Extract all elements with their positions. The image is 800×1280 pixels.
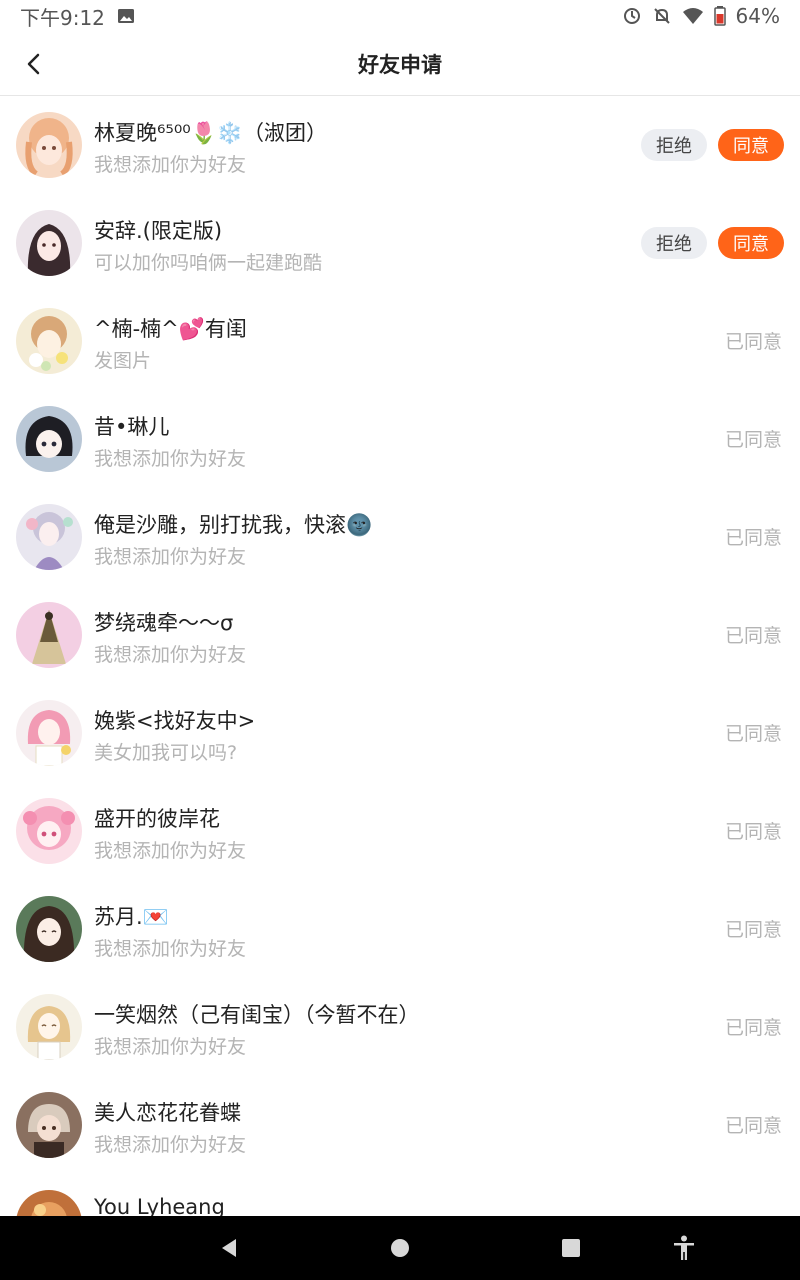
avatar[interactable] [16,210,82,276]
accepted-status: 已同意 [724,1115,782,1137]
accepted-status: 已同意 [724,625,782,647]
request-message: 美女加我可以吗? [94,742,238,764]
list-item[interactable]: ^楠-楠^💕有闺 发图片 已同意 [0,292,800,390]
app-header: 好友申请 [0,32,800,96]
image-notification-icon [117,8,135,24]
square-recents-icon [562,1239,580,1257]
back-arrow-icon [27,53,40,75]
requester-name: ^楠-楠^💕有闺 [94,317,247,341]
avatar[interactable] [16,896,82,962]
system-nav-bar [0,1216,800,1280]
avatar[interactable] [16,504,82,570]
request-message: 我想添加你为好友 [94,1134,247,1156]
requester-name: 婏紫<找好友中> [94,709,256,733]
triangle-back-icon [222,1239,236,1257]
page-title: 好友申请 [358,52,442,77]
reject-button[interactable]: 拒绝 [641,129,707,161]
request-message: 我想添加你为好友 [94,1036,247,1058]
requester-name: 盛开的彼岸花 [94,807,220,831]
list-item[interactable]: 昔•琳儿 我想添加你为好友 已同意 [0,390,800,488]
request-message: 可以加你吗咱俩一起建跑酷 [94,252,323,274]
status-bar: 下午9:12 64% [0,0,800,32]
accepted-status: 已同意 [724,821,782,843]
friend-request-list[interactable]: 林夏晚⁶⁵⁰⁰🌷❄️（淑团） 我想添加你为好友 拒绝 同意 安辞.(限定版) 可… [0,96,800,1216]
accepted-status: 已同意 [724,527,782,549]
nav-home-button[interactable] [384,1232,416,1264]
accepted-status: 已同意 [724,919,782,941]
request-message: 我想添加你为好友 [94,644,247,666]
list-item[interactable]: 婏紫<找好友中> 美女加我可以吗? 已同意 [0,684,800,782]
list-item[interactable]: 苏月.💌 我想添加你为好友 已同意 [0,880,800,978]
request-message: 我想添加你为好友 [94,448,247,470]
nav-back-button[interactable] [213,1232,245,1264]
battery-icon [713,6,726,26]
requester-name: 苏月.💌 [94,905,169,929]
accepted-status: 已同意 [724,723,782,745]
request-message: 发图片 [94,350,152,372]
list-item[interactable]: 盛开的彼岸花 我想添加你为好友 已同意 [0,782,800,880]
nav-recents-button[interactable] [555,1232,587,1264]
accept-button[interactable]: 同意 [718,227,784,259]
request-message: 我想添加你为好友 [94,546,247,568]
list-item[interactable]: 安辞.(限定版) 可以加你吗咱俩一起建跑酷 拒绝 同意 [0,194,800,292]
avatar[interactable] [16,1092,82,1158]
requester-name: 俺是沙雕，别打扰我，快滚🌚 [94,513,373,537]
avatar[interactable] [16,994,82,1060]
status-time: 下午9:12 [20,5,105,30]
requester-name: 梦绕魂牵～～σ [94,611,234,635]
status-left: 下午9:12 [20,2,135,31]
mute-icon [652,6,672,26]
nav-accessibility-button[interactable] [668,1232,700,1264]
accepted-status: 已同意 [724,331,782,353]
list-item[interactable]: 林夏晚⁶⁵⁰⁰🌷❄️（淑团） 我想添加你为好友 拒绝 同意 [0,96,800,194]
avatar[interactable] [16,1190,82,1216]
avatar[interactable] [16,798,82,864]
list-item[interactable]: 一笑烟然（己有闺宝）（今暂不在） 我想添加你为好友 已同意 [0,978,800,1076]
avatar[interactable] [16,308,82,374]
circle-home-icon [391,1239,409,1257]
avatar[interactable] [16,406,82,472]
accepted-status: 已同意 [724,429,782,451]
list-item[interactable]: You Lyheang [0,1174,800,1216]
sync-icon [622,6,642,26]
request-message: 我想添加你为好友 [94,154,247,176]
wifi-icon [682,7,704,25]
avatar[interactable] [16,700,82,766]
requester-name: You Lyheang [94,1195,225,1216]
request-message: 我想添加你为好友 [94,938,247,960]
status-right: 64% [622,4,780,28]
requester-name: 安辞.(限定版) [94,219,223,243]
accessibility-icon [674,1235,694,1260]
requester-name: 昔•琳儿 [94,415,170,439]
avatar[interactable] [16,112,82,178]
list-item[interactable]: 梦绕魂牵～～σ 我想添加你为好友 已同意 [0,586,800,684]
battery-percent: 64% [735,4,780,28]
list-item[interactable]: 美人恋花花眷蝶 我想添加你为好友 已同意 [0,1076,800,1174]
accept-button[interactable]: 同意 [718,129,784,161]
avatar[interactable] [16,602,82,668]
accepted-status: 已同意 [724,1017,782,1039]
reject-button[interactable]: 拒绝 [641,227,707,259]
list-item[interactable]: 俺是沙雕，别打扰我，快滚🌚 我想添加你为好友 已同意 [0,488,800,586]
back-button[interactable] [14,44,54,84]
requester-name: 美人恋花花眷蝶 [94,1101,241,1125]
requester-name: 林夏晚⁶⁵⁰⁰🌷❄️（淑团） [94,121,327,145]
requester-name: 一笑烟然（己有闺宝）（今暂不在） [94,1003,420,1027]
request-message: 我想添加你为好友 [94,840,247,862]
